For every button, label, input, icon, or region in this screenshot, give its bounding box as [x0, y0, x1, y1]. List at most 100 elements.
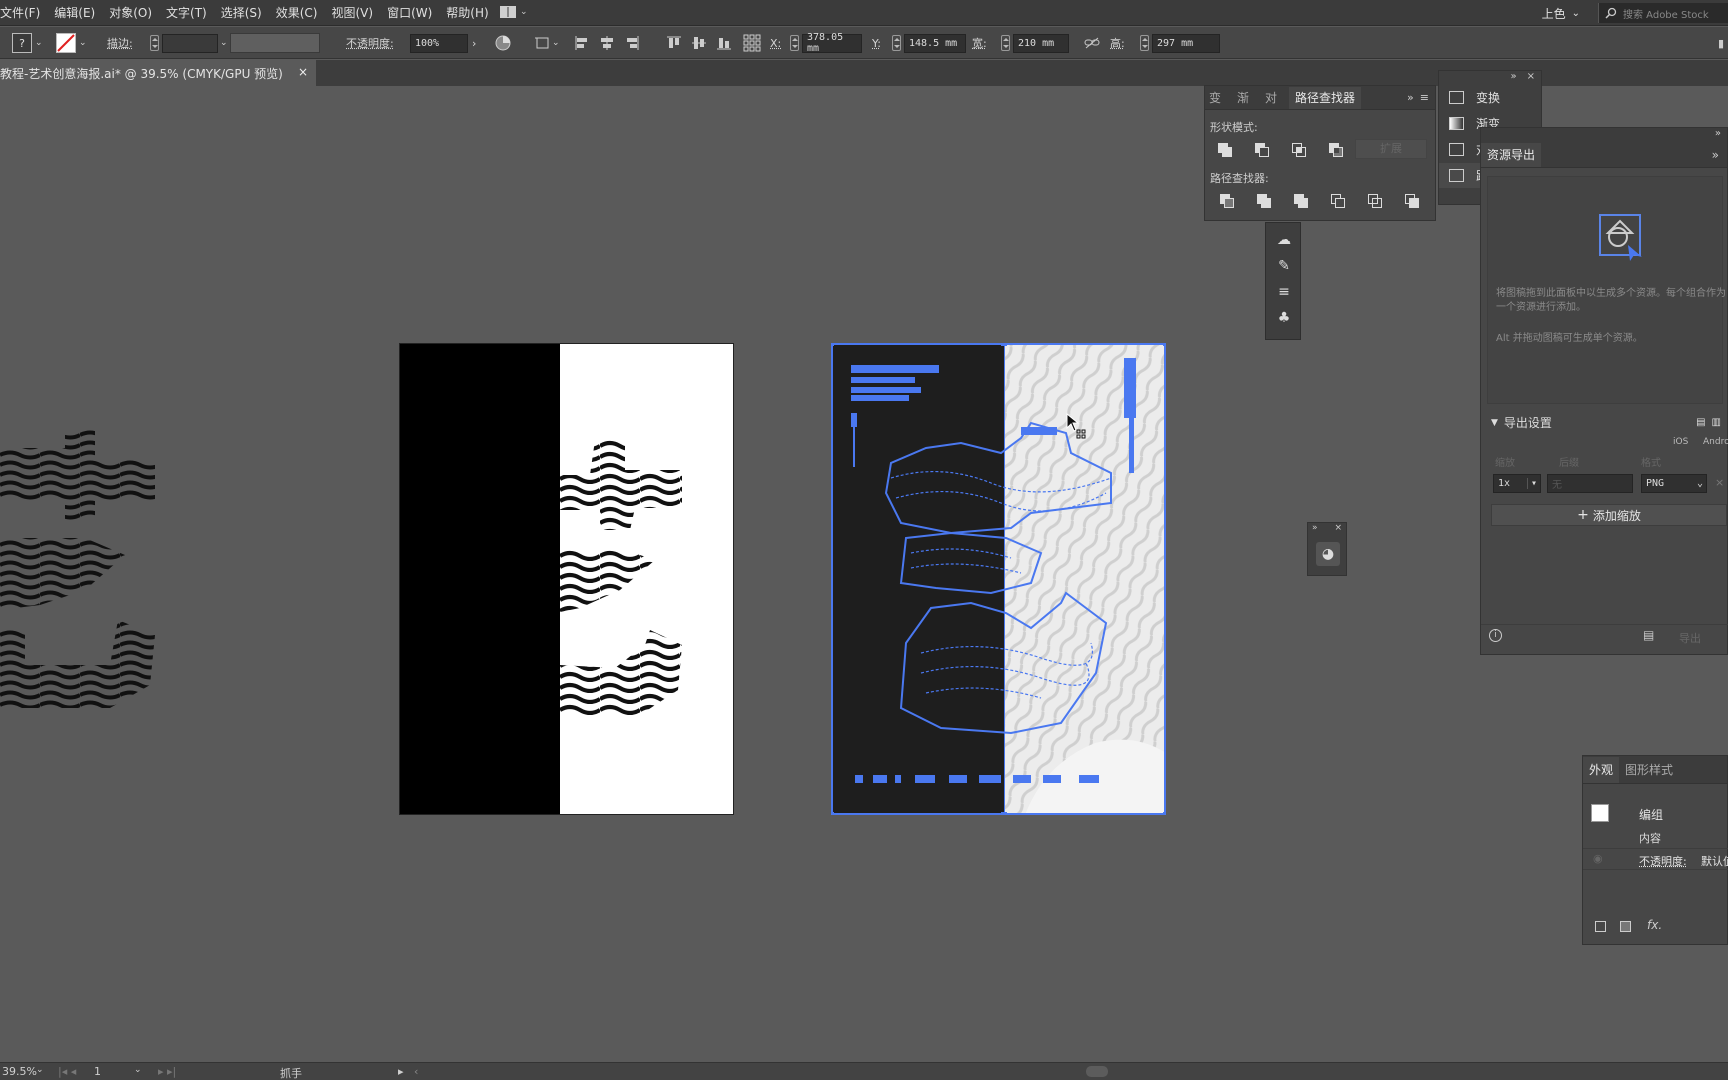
- stroke-panel-icon[interactable]: ≡: [1274, 283, 1294, 301]
- format-select[interactable]: PNG ⌄: [1641, 474, 1707, 493]
- status-menu-icon[interactable]: ▸: [398, 1065, 404, 1078]
- menu-effect[interactable]: 效果(C): [269, 4, 325, 21]
- selection-handle[interactable]: [1163, 343, 1166, 346]
- tab-asset-export[interactable]: 资源导出: [1481, 143, 1542, 167]
- menu-view[interactable]: 视图(V): [324, 4, 380, 21]
- reference-point-button[interactable]: [743, 27, 761, 59]
- tab-align[interactable]: 对齐: [1261, 87, 1289, 109]
- expand-button[interactable]: 扩展: [1355, 139, 1427, 159]
- collapse-icon[interactable]: »: [1715, 128, 1721, 139]
- opacity-label[interactable]: 不透明度:: [346, 27, 394, 59]
- export-settings-header[interactable]: ▼ 导出设置 ▤ ▥: [1491, 414, 1721, 431]
- x-input[interactable]: 378.05 mm: [802, 32, 862, 54]
- divide-icon[interactable]: [1219, 193, 1235, 209]
- export-for-screens-icon[interactable]: ▤: [1643, 628, 1654, 642]
- transform-menu-button[interactable]: ⌄: [534, 27, 560, 59]
- appearance-opacity-label[interactable]: 不透明度:: [1639, 853, 1687, 869]
- mini-panel-transform[interactable]: 变换: [1439, 85, 1541, 110]
- document-tab[interactable]: 教程-艺术创意海报.ai* @ 39.5% (CMYK/GPU 预览) ×: [0, 60, 316, 86]
- collapse-icon[interactable]: »: [1312, 523, 1318, 535]
- selection-handle[interactable]: [831, 812, 834, 815]
- height-field[interactable]: 297 mm: [1140, 27, 1220, 59]
- scroll-left-icon[interactable]: ‹: [414, 1065, 418, 1078]
- y-field[interactable]: 148.5 mm: [892, 27, 966, 59]
- asset-drop-area[interactable]: 将图稿拖到此面板中以生成多个资源。每个组合作为一个资源进行添加。 Alt 并拖动…: [1487, 176, 1726, 404]
- exclude-icon[interactable]: [1328, 142, 1344, 158]
- align-top-icon[interactable]: [666, 35, 682, 51]
- crop-icon[interactable]: [1330, 193, 1346, 209]
- unite-icon[interactable]: [1217, 142, 1233, 158]
- collapse-icon[interactable]: »: [1510, 71, 1516, 85]
- variable-width-profile[interactable]: [230, 27, 320, 59]
- platform-android-label[interactable]: Andro: [1703, 437, 1728, 447]
- stroke-swatch[interactable]: ⌄: [56, 27, 87, 59]
- constrain-proportions-button[interactable]: [1084, 27, 1100, 59]
- selection-handle[interactable]: [1163, 812, 1166, 815]
- width-field[interactable]: 210 mm: [1001, 27, 1069, 59]
- appearance-opacity-row[interactable]: ◉ 不透明度: 默认值: [1583, 848, 1728, 870]
- opacity-input[interactable]: 100%: [410, 33, 468, 53]
- close-icon[interactable]: ×: [1334, 523, 1342, 535]
- menu-object[interactable]: 对象(O): [102, 4, 159, 21]
- control-bar-menu-button[interactable]: ▮: [1718, 27, 1724, 59]
- close-icon[interactable]: ×: [298, 65, 308, 79]
- visibility-eye-icon[interactable]: ◉: [1593, 852, 1603, 865]
- fx-icon[interactable]: fx.: [1647, 918, 1662, 932]
- ios-preset-icon[interactable]: ▤: [1696, 417, 1705, 428]
- recolor-button[interactable]: [494, 27, 512, 59]
- menu-type[interactable]: 文字(T): [159, 4, 214, 21]
- symbols-icon[interactable]: ♣: [1274, 309, 1294, 327]
- chevron-down-icon[interactable]: ⌄: [36, 1065, 44, 1075]
- artboard-2-poster[interactable]: [831, 343, 1166, 815]
- menu-file[interactable]: 文件(F): [0, 4, 47, 21]
- align-right-icon[interactable]: [624, 35, 640, 51]
- platform-ios-label[interactable]: iOS: [1673, 437, 1688, 447]
- opacity-field[interactable]: 100% ›: [410, 27, 476, 59]
- selection-handle[interactable]: [1001, 812, 1007, 815]
- export-button[interactable]: 导出: [1679, 630, 1701, 646]
- tab-gradient[interactable]: 渐变: [1233, 87, 1261, 109]
- close-icon[interactable]: ×: [1527, 71, 1535, 85]
- trim-icon[interactable]: [1256, 193, 1272, 209]
- appearance-contents-label[interactable]: 内容: [1639, 830, 1661, 846]
- recolor-palette-icon[interactable]: ◕: [1316, 542, 1340, 566]
- align-bottom-icon[interactable]: [716, 35, 732, 51]
- libraries-icon[interactable]: ☁: [1274, 231, 1294, 249]
- outline-icon[interactable]: [1367, 193, 1383, 209]
- tab-graphic-styles[interactable]: 图形样式: [1619, 757, 1679, 783]
- scale-select[interactable]: 1x ▾: [1493, 474, 1541, 493]
- tab-pathfinder[interactable]: 路径查找器: [1289, 87, 1362, 109]
- menu-window[interactable]: 窗口(W): [380, 4, 439, 21]
- horizontal-scrollbar-thumb[interactable]: [1086, 1066, 1108, 1077]
- chevron-right-icon[interactable]: ›: [472, 37, 476, 50]
- align-vcenter-icon[interactable]: [691, 35, 707, 51]
- chevron-down-icon[interactable]: ⌄: [134, 1065, 142, 1075]
- selection-handle[interactable]: [831, 343, 834, 346]
- stroke-weight-input[interactable]: [162, 33, 218, 53]
- add-fill-icon[interactable]: [1620, 921, 1631, 932]
- menu-select[interactable]: 选择(S): [214, 4, 269, 21]
- align-left-icon[interactable]: [574, 35, 590, 51]
- info-icon[interactable]: i: [1489, 629, 1502, 642]
- fill-swatch[interactable]: ? ⌄: [12, 27, 43, 59]
- first-artboard-icon[interactable]: |◂ ◂: [58, 1065, 76, 1078]
- menu-help[interactable]: 帮助(H): [439, 4, 495, 21]
- add-stroke-icon[interactable]: [1595, 921, 1606, 932]
- brushes-icon[interactable]: ✎: [1274, 257, 1294, 275]
- stroke-weight-field[interactable]: ⌄: [150, 27, 228, 59]
- arrange-documents-button[interactable]: ⌄: [500, 6, 528, 18]
- align-hcenter-icon[interactable]: [599, 35, 615, 51]
- stock-search-input[interactable]: 搜索 Adobe Stock: [1598, 3, 1728, 23]
- remove-scale-icon[interactable]: ×: [1715, 476, 1724, 489]
- menu-edit[interactable]: 编辑(E): [47, 4, 102, 21]
- merge-icon[interactable]: [1293, 193, 1309, 209]
- artboard-1[interactable]: [399, 343, 734, 815]
- tab-transform[interactable]: 变换: [1205, 87, 1233, 109]
- next-artboard-icon[interactable]: ▸ ▸|: [158, 1065, 176, 1078]
- suffix-input[interactable]: 无: [1547, 474, 1633, 493]
- zoom-level[interactable]: 39.5%: [2, 1065, 37, 1078]
- y-input[interactable]: 148.5 mm: [904, 33, 966, 53]
- panel-menu-icon[interactable]: ≡: [1420, 87, 1435, 109]
- collapse-icon[interactable]: »: [1712, 143, 1727, 167]
- x-field[interactable]: 378.05 mm: [790, 27, 862, 59]
